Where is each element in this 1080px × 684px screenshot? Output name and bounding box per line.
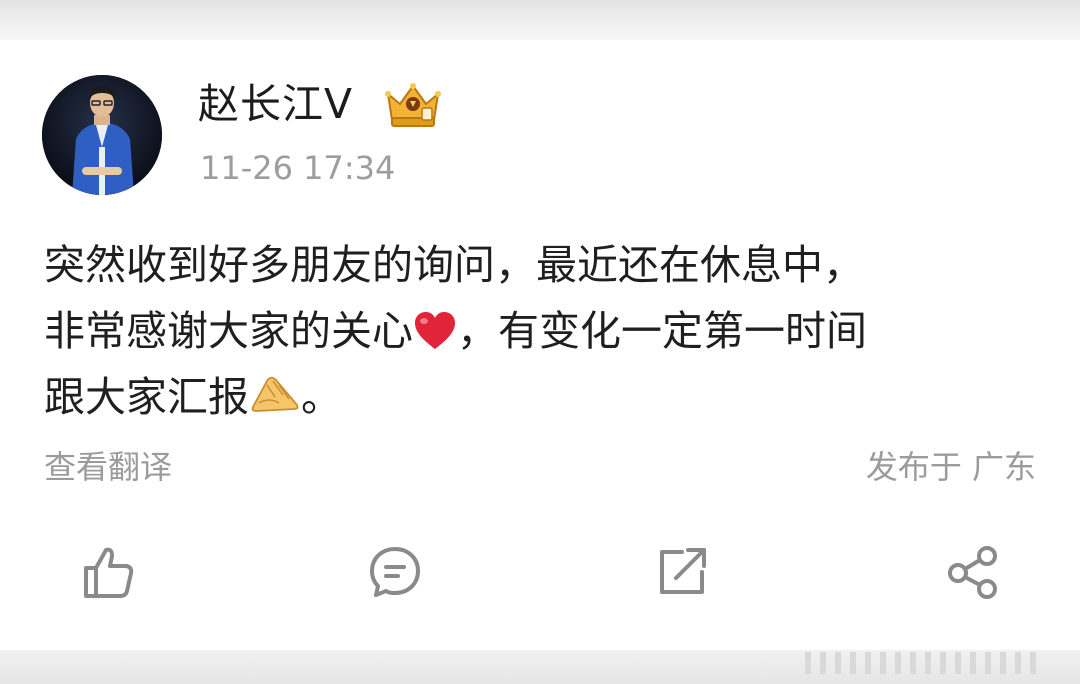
author-name[interactable]: 赵长江V bbox=[198, 78, 353, 130]
repost-button[interactable] bbox=[652, 542, 712, 602]
post-timestamp: 11-26 17:34 bbox=[200, 149, 396, 187]
post-location: 发布于 广东 bbox=[865, 448, 1036, 486]
post-line-1: 突然收到好多朋友的询问，最近还在休息中， bbox=[44, 241, 864, 289]
post-line-2-b: ，有变化一定第一时间 bbox=[457, 307, 867, 355]
red-heart-emoji bbox=[415, 312, 455, 349]
post-line-3-b: 。 bbox=[301, 373, 342, 421]
handshake-emoji bbox=[251, 376, 299, 412]
post-line-3-a: 跟大家汇报 bbox=[44, 373, 249, 421]
post-line-2-a: 非常感谢大家的关心 bbox=[44, 307, 413, 355]
comment-button[interactable] bbox=[365, 542, 425, 602]
avatar[interactable] bbox=[42, 75, 162, 195]
share-button[interactable] bbox=[942, 542, 1002, 602]
gesture-bar bbox=[805, 652, 1045, 674]
post-content: 突然收到好多朋友的询问，最近还在休息中， 非常感谢大家的关心 ，有变化一定第一时间… bbox=[44, 232, 1044, 430]
thumbs-up-icon bbox=[84, 547, 134, 598]
like-button[interactable] bbox=[78, 542, 138, 602]
post-card: 赵长江V 11-26 17:34 突然收到好多朋友的询问，最近还在休息中， 非常… bbox=[0, 40, 1080, 650]
share-icon bbox=[948, 546, 997, 599]
top-separator bbox=[0, 0, 1080, 40]
translate-link[interactable]: 查看翻译 bbox=[44, 447, 172, 487]
crown-badge-icon[interactable] bbox=[384, 80, 442, 130]
comment-icon bbox=[370, 547, 420, 597]
repost-icon bbox=[660, 548, 706, 594]
